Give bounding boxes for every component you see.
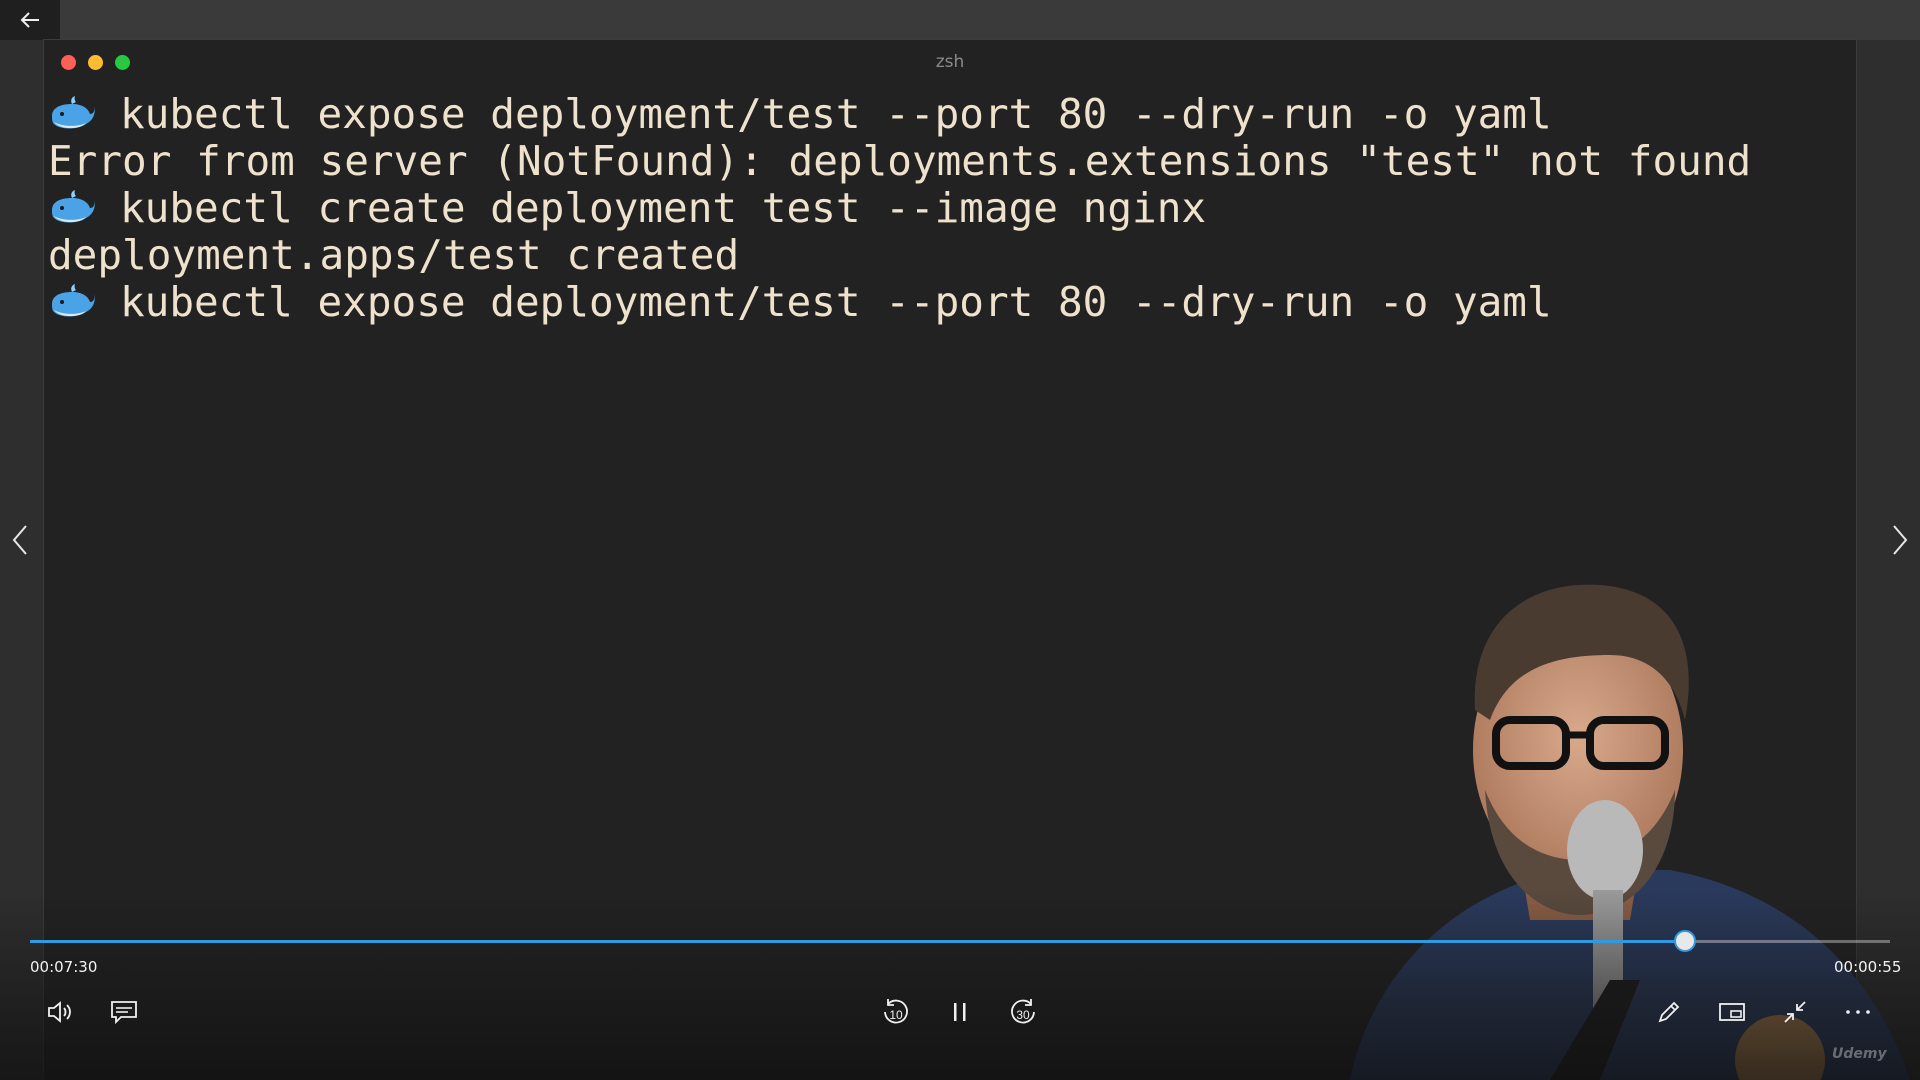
terminal-title: zsh bbox=[935, 52, 965, 72]
output-text: Error from server (NotFound): deployment… bbox=[48, 136, 1752, 185]
terminal-command-line: kubectl expose deployment/test --port 80… bbox=[48, 89, 1836, 138]
exit-fullscreen-button[interactable] bbox=[1773, 992, 1817, 1032]
seek-bar[interactable] bbox=[30, 930, 1890, 952]
seek-progress bbox=[30, 940, 1686, 943]
pause-button[interactable] bbox=[938, 992, 982, 1032]
terminal-command-line: kubectl expose deployment/test --port 80… bbox=[48, 277, 1836, 326]
command-text: kubectl expose deployment/test --port 80… bbox=[120, 277, 1552, 326]
chevron-left-icon bbox=[12, 525, 27, 555]
next-button[interactable] bbox=[1880, 520, 1920, 560]
udemy-watermark: Udemy bbox=[1832, 1046, 1887, 1062]
back-button[interactable] bbox=[0, 0, 60, 40]
controls-scrim bbox=[0, 890, 1920, 1080]
replay-10-icon: 10 bbox=[884, 999, 908, 1024]
previous-button[interactable] bbox=[0, 520, 40, 560]
command-text: kubectl create deployment test --image n… bbox=[120, 183, 1207, 232]
more-options-button[interactable] bbox=[1836, 992, 1880, 1032]
remaining-time: 00:00:55 bbox=[1834, 958, 1902, 976]
volume-icon bbox=[48, 1001, 71, 1023]
forward-30-icon: 30 bbox=[1011, 999, 1035, 1024]
exit-fullscreen-icon bbox=[1784, 1001, 1806, 1023]
skip-forward-button[interactable]: 30 bbox=[1001, 992, 1045, 1032]
pause-icon bbox=[954, 1003, 966, 1021]
annotate-button[interactable] bbox=[1647, 992, 1691, 1032]
chevron-right-icon bbox=[1893, 525, 1908, 555]
pencil-icon bbox=[1658, 1001, 1680, 1023]
top-bar bbox=[0, 0, 1920, 40]
terminal-command-line: kubectl create deployment test --image n… bbox=[48, 183, 1836, 232]
captions-icon bbox=[111, 1001, 137, 1025]
volume-button[interactable] bbox=[39, 992, 83, 1032]
whale-icon bbox=[52, 283, 95, 316]
whale-icon bbox=[52, 95, 95, 128]
mini-player-icon bbox=[1719, 1003, 1745, 1021]
terminal-titlebar: zsh bbox=[44, 40, 1856, 84]
more-icon bbox=[1846, 1010, 1870, 1014]
output-text: deployment.apps/test created bbox=[48, 230, 740, 279]
terminal-output[interactable]: kubectl expose deployment/test --port 80… bbox=[48, 89, 1836, 326]
terminal-output-line: Error from server (NotFound): deployment… bbox=[48, 136, 1836, 185]
skip-back-button[interactable]: 10 bbox=[874, 992, 918, 1032]
arrow-left-icon bbox=[20, 12, 39, 28]
captions-button[interactable] bbox=[102, 992, 146, 1032]
skip-forward-seconds: 30 bbox=[1016, 1008, 1030, 1022]
elapsed-time: 00:07:30 bbox=[30, 958, 98, 976]
mini-player-button[interactable] bbox=[1710, 992, 1754, 1032]
skip-back-seconds: 10 bbox=[889, 1008, 903, 1022]
whale-icon bbox=[52, 189, 95, 222]
command-text: kubectl expose deployment/test --port 80… bbox=[120, 89, 1552, 138]
terminal-output-line: deployment.apps/test created bbox=[48, 230, 1836, 279]
